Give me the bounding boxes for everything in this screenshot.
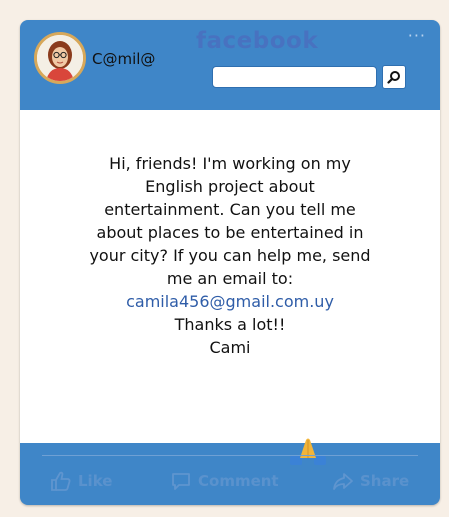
avatar-illustration: [37, 35, 83, 81]
share-icon: [333, 473, 353, 490]
profile-username[interactable]: C@mil@: [92, 50, 155, 68]
search-input[interactable]: [212, 66, 377, 88]
email-link[interactable]: camila456@gmail.com.uy: [50, 290, 410, 313]
post-line: Hi, friends! I'm working on my: [109, 154, 351, 173]
post-line: entertainment. Can you tell me: [104, 200, 356, 219]
search-icon: [387, 71, 400, 84]
thumbs-up-icon: [51, 471, 71, 491]
avatar[interactable]: [34, 32, 86, 84]
post-line: your city? If you can help me, send: [89, 246, 371, 265]
post-line: about places to be entertained in: [96, 223, 364, 242]
comment-button[interactable]: Comment: [170, 471, 279, 491]
share-label: Share: [360, 472, 410, 490]
post-line: English project about: [145, 177, 315, 196]
share-button[interactable]: Share: [332, 471, 409, 491]
more-options-icon[interactable]: ···: [408, 26, 426, 45]
post-message: Hi, friends! I'm working on my English p…: [50, 152, 410, 359]
social-post-frame: C@mil@ facebook ··· Hi, friends! I'm wor…: [20, 20, 440, 505]
like-label: Like: [78, 472, 113, 490]
facebook-logo: facebook: [196, 28, 319, 54]
page: C@mil@ facebook ··· Hi, friends! I'm wor…: [0, 0, 449, 517]
post-body: Hi, friends! I'm working on my English p…: [20, 110, 440, 465]
thanks-text: Thanks a lot!!: [174, 315, 286, 334]
comment-label: Comment: [198, 472, 279, 490]
search-button[interactable]: [382, 65, 406, 89]
comment-icon: [172, 473, 190, 490]
like-button[interactable]: Like: [50, 471, 112, 491]
post-line: me an email to:: [166, 269, 294, 288]
signature: Cami: [209, 338, 251, 357]
post-actions-bar: Like Comment Share: [20, 443, 440, 505]
divider: [42, 455, 418, 456]
header: C@mil@ facebook ···: [20, 20, 440, 110]
